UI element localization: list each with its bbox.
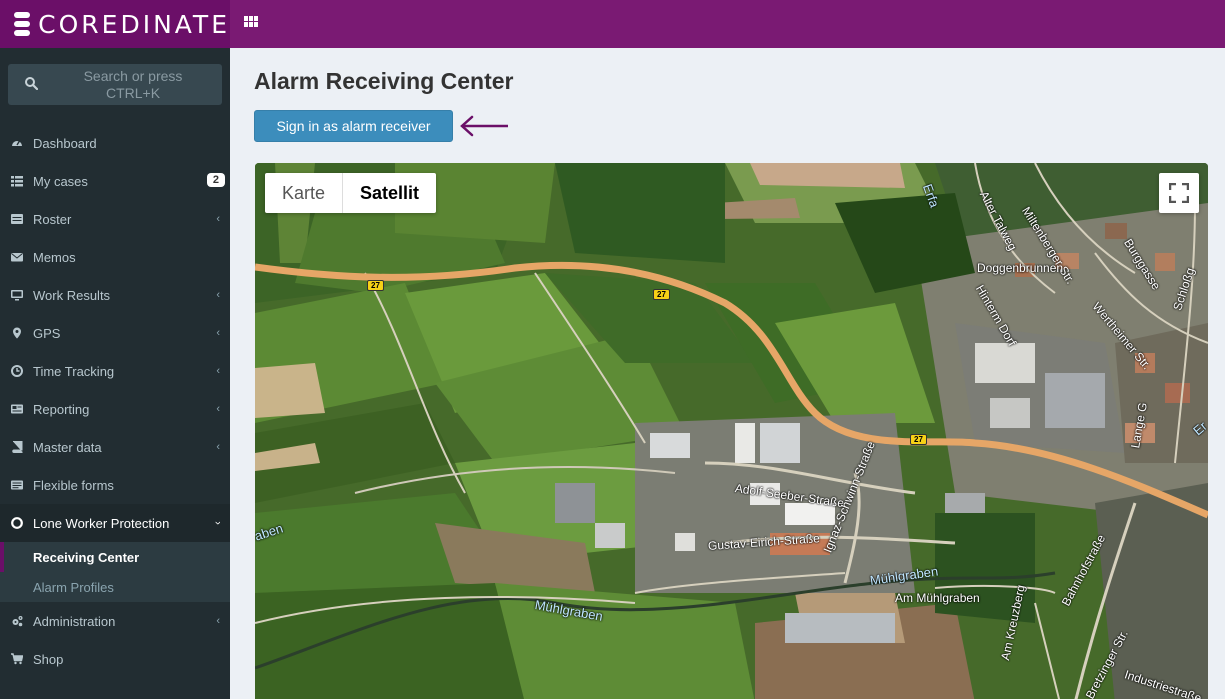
brand-logo[interactable]: COREDINATE	[0, 0, 230, 48]
map-type-satellit-button[interactable]: Satellit	[342, 173, 436, 213]
search-icon	[25, 77, 38, 90]
lifebuoy-icon	[11, 517, 23, 529]
sidebar-item-label: Reporting	[33, 401, 90, 417]
main-content: Alarm Receiving Center Sign in as alarm …	[230, 48, 1225, 699]
map-label: Am Mühlgraben	[895, 591, 980, 605]
roster-icon	[11, 213, 23, 225]
sidebar-item-administration[interactable]: Administration ‹	[0, 602, 230, 640]
list-icon	[11, 175, 23, 187]
forms-icon	[11, 479, 23, 491]
submenu-item-alarm-profiles[interactable]: Alarm Profiles	[0, 572, 230, 602]
fullscreen-icon	[1169, 183, 1189, 203]
sidebar-item-master-data[interactable]: Master data ‹	[0, 428, 230, 466]
cart-icon	[11, 653, 23, 665]
satellite-map[interactable]: Karte Satellit 27 27 27 Erfa Alter Talwe…	[255, 163, 1208, 699]
sidebar-item-work-results[interactable]: Work Results ‹	[0, 276, 230, 314]
sidebar-item-gps[interactable]: GPS ‹	[0, 314, 230, 352]
chevron-left-icon: ‹	[216, 403, 220, 415]
chevron-left-icon: ‹	[216, 365, 220, 377]
map-type-control: Karte Satellit	[265, 173, 437, 213]
sidebar-menu: Dashboard My cases 2 Roster ‹ Memos Work…	[0, 124, 230, 678]
map-marker-icon	[11, 327, 23, 339]
sidebar-item-label: Flexible forms	[33, 477, 114, 493]
map-imagery	[255, 163, 1208, 699]
sidebar-item-roster[interactable]: Roster ‹	[0, 200, 230, 238]
search-input[interactable]: Search or press CTRL+K	[8, 64, 222, 105]
sidebar-item-label: Time Tracking	[33, 363, 115, 379]
sidebar: Search or press CTRL+K Dashboard My case…	[0, 48, 230, 699]
sidebar-item-shop[interactable]: Shop	[0, 640, 230, 678]
sidebar-item-label: Master data	[33, 439, 102, 455]
chevron-left-icon: ‹	[216, 615, 220, 627]
fullscreen-button[interactable]	[1159, 173, 1199, 213]
sidebar-item-label: Shop	[33, 651, 64, 667]
sidebar-item-label: Memos	[33, 249, 76, 265]
sidebar-item-memos[interactable]: Memos	[0, 238, 230, 276]
apps-grid-icon[interactable]	[244, 16, 258, 28]
lone-worker-submenu: Receiving Center Alarm Profiles	[0, 542, 230, 602]
monitor-icon	[11, 289, 23, 301]
road-shield: 27	[653, 289, 670, 300]
submenu-item-receiving-center[interactable]: Receiving Center	[0, 542, 230, 572]
sidebar-item-dashboard[interactable]: Dashboard	[0, 124, 230, 162]
chevron-down-icon: ‹	[212, 521, 225, 525]
top-navbar	[230, 0, 1225, 48]
logo-stack-icon	[14, 12, 31, 36]
map-type-karte-button[interactable]: Karte	[265, 173, 342, 213]
chevron-left-icon: ‹	[216, 441, 220, 453]
brand-name: COREDINATE	[38, 9, 230, 39]
chevron-left-icon: ‹	[216, 213, 220, 225]
road-shield: 27	[367, 280, 384, 291]
sidebar-item-label: My cases	[33, 173, 88, 189]
sidebar-item-reporting[interactable]: Reporting ‹	[0, 390, 230, 428]
map-label: Doggenbrunnen	[977, 261, 1064, 275]
sidebar-item-my-cases[interactable]: My cases 2	[0, 162, 230, 200]
reporting-icon	[11, 403, 23, 415]
sidebar-item-flexible-forms[interactable]: Flexible forms	[0, 466, 230, 504]
sidebar-item-lone-worker-protection[interactable]: Lone Worker Protection ‹	[0, 504, 230, 542]
cogs-icon	[11, 615, 23, 627]
sidebar-item-label: GPS	[33, 325, 61, 341]
sidebar-item-label: Work Results	[33, 287, 111, 303]
sign-in-alarm-receiver-button[interactable]: Sign in as alarm receiver	[254, 110, 453, 142]
sidebar-item-label: Lone Worker Protection	[33, 515, 170, 531]
page-title: Alarm Receiving Center	[254, 68, 514, 94]
road-shield: 27	[910, 434, 927, 445]
sidebar-item-label: Roster	[33, 211, 72, 227]
clock-icon	[11, 365, 23, 377]
book-icon	[11, 441, 23, 453]
sidebar-item-label: Dashboard	[33, 135, 97, 151]
envelope-icon	[11, 251, 23, 263]
search-placeholder: Search or press CTRL+K	[83, 68, 183, 101]
chevron-left-icon: ‹	[216, 327, 220, 339]
arrow-left-icon	[460, 115, 508, 137]
chevron-left-icon: ‹	[216, 289, 220, 301]
dashboard-icon	[11, 137, 23, 149]
sidebar-item-time-tracking[interactable]: Time Tracking ‹	[0, 352, 230, 390]
cases-count-badge: 2	[206, 173, 225, 187]
sidebar-item-label: Administration	[33, 613, 116, 629]
